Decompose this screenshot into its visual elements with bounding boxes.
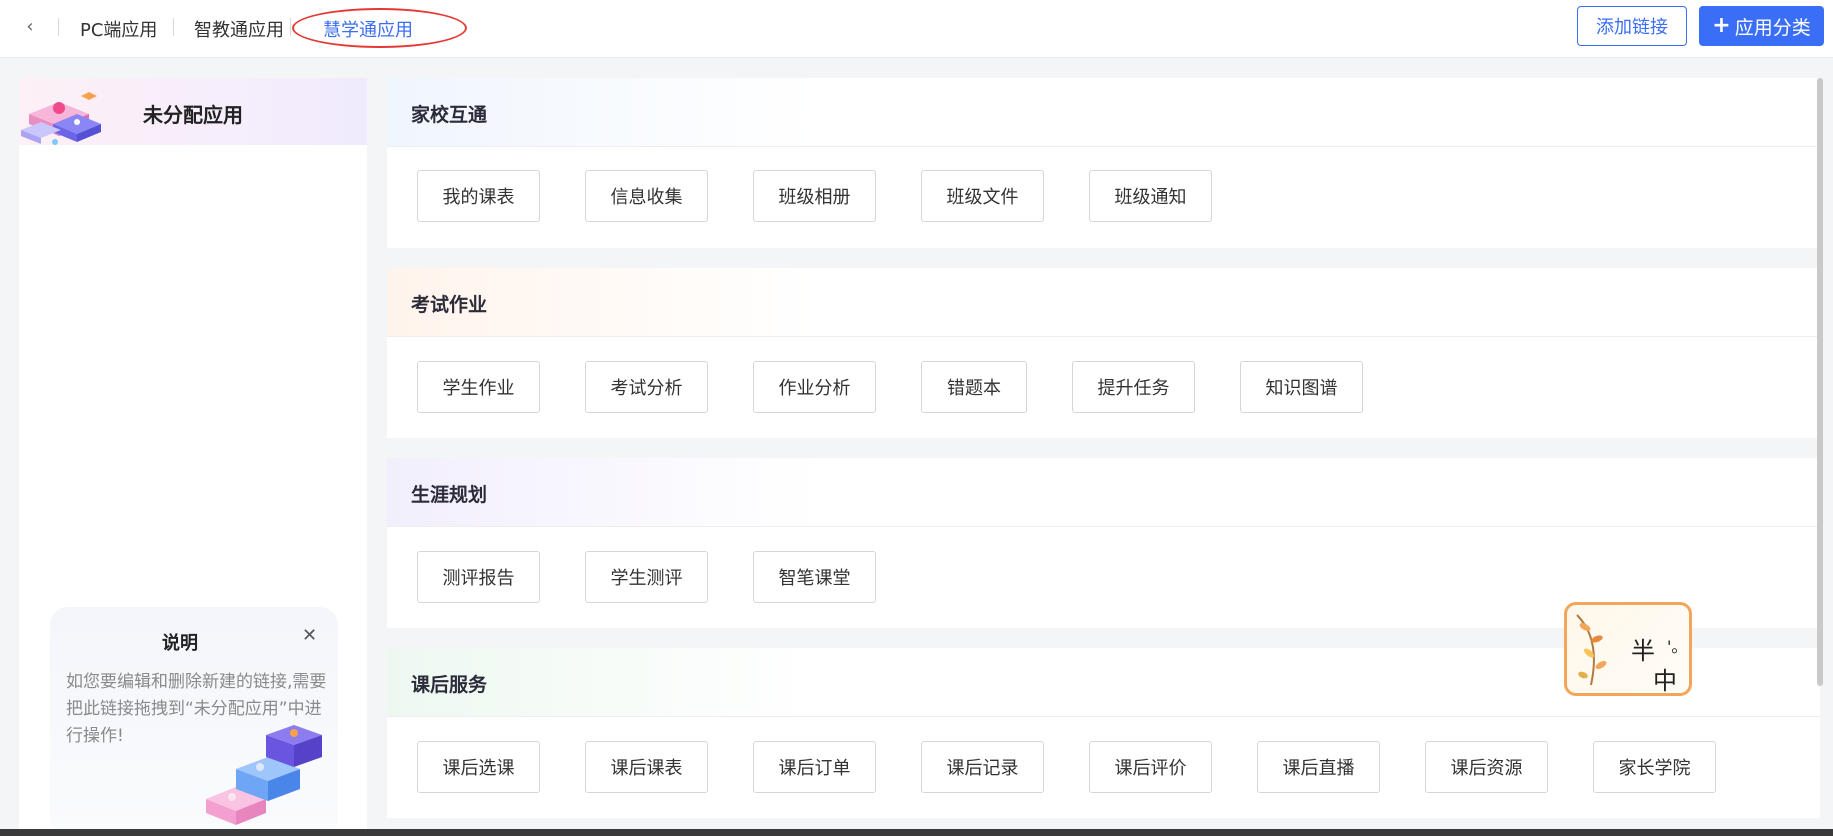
nav-divider — [58, 18, 59, 36]
back-chevron-icon[interactable]: ‹ — [18, 14, 42, 38]
section-header: 家校互通 — [387, 78, 1820, 147]
section-title: 考试作业 — [411, 294, 488, 316]
instructions-card: 说明 ✕ 如您要编辑和删除新建的链接,需要把此链接拖拽到“未分配应用”中进行操作… — [50, 607, 338, 836]
instructions-title: 说明 — [162, 633, 198, 654]
widget-text-top: 半 — [1631, 637, 1655, 665]
nav-divider — [173, 18, 174, 36]
stairs-illustration — [206, 725, 322, 825]
section-exam-homework: 考试作业 学生作业 考试分析 作业分析 错题本 提升任务 知识图谱 — [387, 268, 1820, 438]
app-button[interactable]: 课后订单 — [753, 741, 876, 793]
section-header: 考试作业 — [387, 268, 1820, 337]
app-button[interactable]: 学生测评 — [585, 551, 708, 603]
section-title: 家校互通 — [411, 104, 488, 126]
app-button[interactable]: 考试分析 — [585, 361, 708, 413]
section-header: 生涯规划 — [387, 458, 1820, 527]
app-button[interactable]: 课后选课 — [417, 741, 540, 793]
nav-divider — [290, 18, 291, 36]
app-button[interactable]: 课后评价 — [1089, 741, 1212, 793]
add-link-button[interactable]: 添加链接 — [1577, 6, 1687, 46]
app-button[interactable]: 课后课表 — [585, 741, 708, 793]
unassigned-apps-panel: 未分配应用 说明 ✕ 如您要编辑和删除新建的链接,需要把此链接拖拽到“未分配应用… — [19, 78, 367, 836]
app-button[interactable]: 知识图谱 — [1240, 361, 1363, 413]
unassigned-apps-title: 未分配应用 — [143, 103, 243, 127]
app-button[interactable]: 课后直播 — [1257, 741, 1380, 793]
app-button[interactable]: 学生作业 — [417, 361, 540, 413]
tab-zhijiaotong-apps[interactable]: 智教通应用 — [194, 16, 284, 42]
app-button[interactable]: 测评报告 — [417, 551, 540, 603]
app-button[interactable]: 课后资源 — [1425, 741, 1548, 793]
app-button[interactable]: 错题本 — [921, 361, 1027, 413]
section-home-school: 家校互通 我的课表 信息收集 班级相册 班级文件 班级通知 — [387, 78, 1820, 248]
bottom-strip — [0, 829, 1833, 836]
leaves-decoration-icon — [1576, 614, 1607, 686]
app-button[interactable]: 信息收集 — [585, 170, 708, 222]
highlight-ellipse — [292, 8, 467, 48]
app-button[interactable]: 我的课表 — [417, 170, 540, 222]
add-category-label: 应用分类 — [1734, 16, 1811, 39]
stacked-blocks-illustration — [21, 92, 101, 145]
section-title: 课后服务 — [411, 674, 488, 696]
app-button[interactable]: 作业分析 — [753, 361, 876, 413]
floating-assistant-widget[interactable]: 半 '。 中 — [1564, 602, 1692, 696]
top-bar: ‹ PC端应用 智教通应用 慧学通应用 添加链接 + 应用分类 — [0, 0, 1833, 58]
widget-dot-icon: '。 — [1667, 637, 1688, 656]
widget-text-bottom: 中 — [1653, 667, 1677, 695]
tab-pc-apps[interactable]: PC端应用 — [80, 16, 157, 42]
app-button[interactable]: 班级文件 — [921, 170, 1044, 222]
unassigned-apps-header: 未分配应用 — [19, 78, 367, 145]
app-button[interactable]: 课后记录 — [921, 741, 1044, 793]
app-button[interactable]: 家长学院 — [1593, 741, 1716, 793]
app-button[interactable]: 提升任务 — [1072, 361, 1195, 413]
section-title: 生涯规划 — [411, 484, 488, 506]
add-category-button[interactable]: + 应用分类 — [1699, 6, 1824, 46]
close-icon[interactable]: ✕ — [302, 625, 317, 646]
app-button[interactable]: 班级相册 — [753, 170, 876, 222]
app-button[interactable]: 班级通知 — [1089, 170, 1212, 222]
vertical-scrollbar[interactable] — [1817, 78, 1823, 686]
app-button[interactable]: 智笔课堂 — [753, 551, 876, 603]
plus-icon: + — [1712, 13, 1731, 38]
